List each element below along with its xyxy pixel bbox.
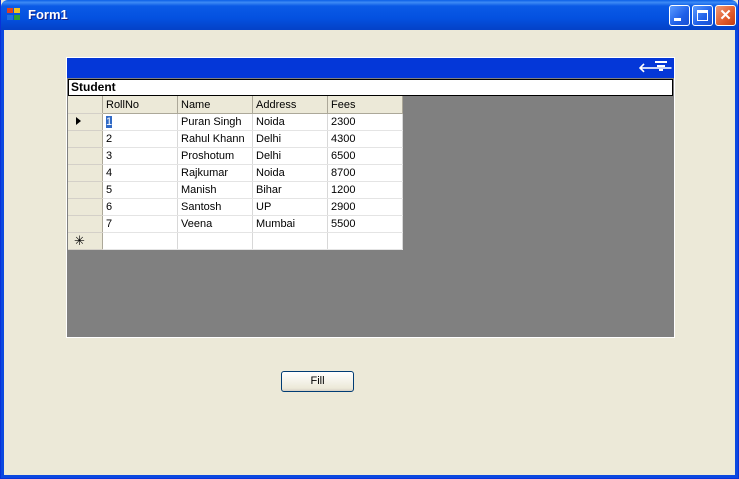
cell-address[interactable]: Delhi — [252, 130, 328, 148]
cell-fees[interactable]: 8700 — [327, 164, 403, 182]
close-icon: ✕ — [719, 7, 732, 24]
cell-fees[interactable] — [327, 232, 403, 250]
minimize-button[interactable] — [669, 5, 690, 26]
current-row-arrow-icon — [76, 117, 81, 125]
cell-address[interactable]: Noida — [252, 164, 328, 182]
row-header[interactable] — [68, 113, 103, 131]
minimize-icon — [674, 18, 681, 21]
new-row[interactable]: ✳ — [68, 232, 403, 250]
student-datagrid[interactable]: 🡐 Student RollNo Name Address Fees 1 Pur… — [66, 57, 675, 338]
column-header-row: RollNo Name Address Fees — [68, 96, 403, 114]
column-header-rollno[interactable]: RollNo — [102, 96, 178, 114]
cell-name[interactable]: Manish — [177, 181, 253, 199]
window-bottom-border — [1, 475, 738, 478]
maximize-icon — [697, 10, 708, 21]
cell-fees[interactable]: 2300 — [327, 113, 403, 131]
cell-name[interactable]: Rajkumar — [177, 164, 253, 182]
cell-name[interactable]: Santosh — [177, 198, 253, 216]
cell-rollno[interactable]: 3 — [102, 147, 178, 165]
cell-rollno[interactable]: 2 — [102, 130, 178, 148]
table-row[interactable]: 5 Manish Bihar 1200 — [68, 181, 403, 199]
cell-fees[interactable]: 4300 — [327, 130, 403, 148]
cell-fees[interactable]: 1200 — [327, 181, 403, 199]
row-header[interactable] — [68, 181, 103, 199]
cell-address[interactable]: Delhi — [252, 147, 328, 165]
parent-row-label: Student — [68, 79, 673, 96]
form-app-icon[interactable] — [7, 8, 22, 22]
cell-address[interactable]: Mumbai — [252, 215, 328, 233]
row-header[interactable] — [68, 215, 103, 233]
row-header[interactable] — [68, 198, 103, 216]
cell-address[interactable]: Noida — [252, 113, 328, 131]
new-row-marker-icon: ✳ — [74, 233, 85, 248]
corner-header[interactable] — [68, 96, 103, 114]
close-button[interactable]: ✕ — [715, 5, 736, 26]
window-title: Form1 — [28, 7, 68, 22]
cell-rollno[interactable]: 5 — [102, 181, 178, 199]
row-header[interactable] — [68, 164, 103, 182]
cell-rollno[interactable]: 4 — [102, 164, 178, 182]
cell-address[interactable] — [252, 232, 328, 250]
row-header[interactable]: ✳ — [68, 232, 103, 250]
column-header-name[interactable]: Name — [177, 96, 253, 114]
cell-rollno[interactable]: 7 — [102, 215, 178, 233]
cell-name[interactable] — [177, 232, 253, 250]
cell-rollno[interactable] — [102, 232, 178, 250]
cell-fees[interactable]: 2900 — [327, 198, 403, 216]
column-header-address[interactable]: Address — [252, 96, 328, 114]
cell-rollno[interactable]: 1 — [102, 113, 178, 131]
row-header[interactable] — [68, 147, 103, 165]
hide-parent-rows-icon[interactable] — [655, 61, 667, 74]
cell-name[interactable]: Veena — [177, 215, 253, 233]
cell-fees[interactable]: 5500 — [327, 215, 403, 233]
cell-address[interactable]: Bihar — [252, 181, 328, 199]
fill-button[interactable]: Fill — [281, 371, 354, 392]
form1-window: Form1 ✕ 🡐 Student RollNo Name Address Fe… — [0, 0, 739, 479]
cell-address[interactable]: UP — [252, 198, 328, 216]
table-row[interactable]: 4 Rajkumar Noida 8700 — [68, 164, 403, 182]
cell-name[interactable]: Proshotum — [177, 147, 253, 165]
grid-caption-bar: 🡐 — [67, 58, 674, 78]
cell-rollno[interactable]: 6 — [102, 198, 178, 216]
cell-fees[interactable]: 6500 — [327, 147, 403, 165]
cell-name[interactable]: Puran Singh — [177, 113, 253, 131]
table-row[interactable]: 3 Proshotum Delhi 6500 — [68, 147, 403, 165]
cell-name[interactable]: Rahul Khann — [177, 130, 253, 148]
table-row[interactable]: 1 Puran Singh Noida 2300 — [68, 113, 403, 131]
data-table[interactable]: RollNo Name Address Fees 1 Puran Singh N… — [68, 96, 403, 250]
row-header[interactable] — [68, 130, 103, 148]
table-row[interactable]: 2 Rahul Khann Delhi 4300 — [68, 130, 403, 148]
maximize-button[interactable] — [692, 5, 713, 26]
column-header-fees[interactable]: Fees — [327, 96, 403, 114]
title-bar[interactable]: Form1 ✕ — [1, 0, 738, 30]
table-row[interactable]: 7 Veena Mumbai 5500 — [68, 215, 403, 233]
table-row[interactable]: 6 Santosh UP 2900 — [68, 198, 403, 216]
